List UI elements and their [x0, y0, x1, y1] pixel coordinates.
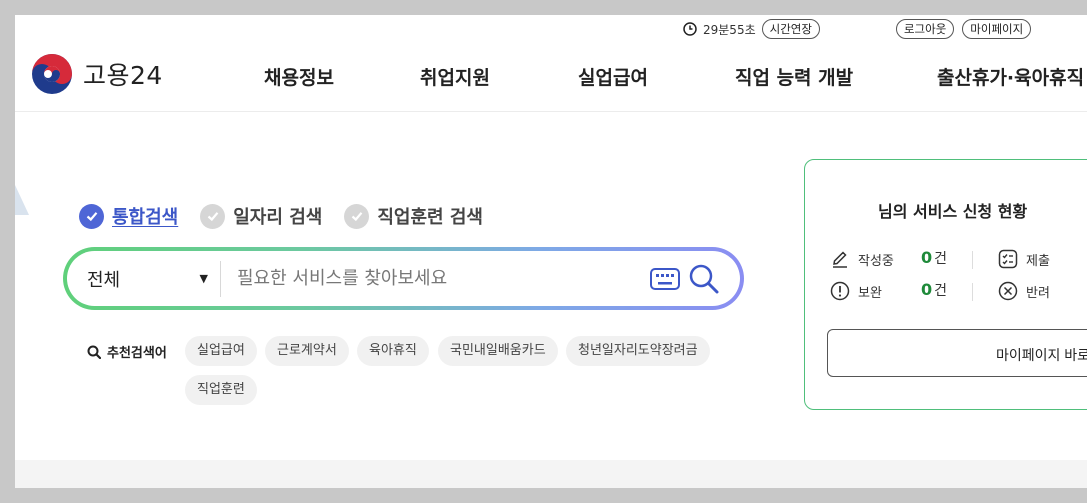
keyboard-icon[interactable]: [650, 267, 680, 290]
caret-down-icon: ▼: [199, 272, 208, 285]
status-count: 0건: [921, 280, 947, 300]
magnifier-icon: [87, 345, 101, 359]
button-label: 마이페이지 바로: [996, 347, 1087, 363]
card-title: 님의 서비스 신청 현황: [878, 202, 1028, 221]
search-icon[interactable]: [688, 263, 720, 295]
nav-job-info[interactable]: 채용정보: [264, 63, 334, 90]
search-bar-inner: 전체 ▼: [67, 251, 740, 306]
session-timer: 29분55초: [703, 22, 756, 37]
keyword-chip[interactable]: 육아휴직: [357, 336, 429, 366]
x-circle-icon: [998, 281, 1018, 301]
logout-button[interactable]: 로그아웃: [895, 19, 955, 39]
count-unit: 건: [934, 251, 948, 267]
logo-text: 고용24: [83, 61, 163, 90]
mypage-top-button[interactable]: 마이페이지: [962, 19, 1032, 39]
status-rejected[interactable]: 반려: [998, 281, 1050, 301]
count-value: 0: [921, 280, 933, 299]
nav-parental-leave[interactable]: 출산휴가·육아휴직: [937, 63, 1084, 90]
tab-label: 통합검색: [112, 207, 179, 228]
nav-employment-support[interactable]: 취업지원: [420, 63, 490, 90]
status-submitted[interactable]: 제출: [998, 249, 1050, 269]
divider: [972, 251, 973, 269]
extend-session-button[interactable]: 시간연장: [761, 19, 820, 39]
search-scope-value: 전체: [87, 269, 121, 291]
search-tabs: 통합검색 일자리 검색 직업훈련 검색: [79, 203, 505, 229]
recommended-keywords-label: 추천검색어: [87, 342, 167, 361]
keyword-chip[interactable]: 국민내일배움카드: [438, 336, 558, 366]
mypage-shortcut-button[interactable]: 마이페이지 바로: [827, 329, 1087, 377]
count-value: 0: [921, 248, 933, 267]
exclamation-circle-icon: [830, 281, 850, 301]
status-label: 보완: [858, 285, 882, 301]
keyword-chip[interactable]: 근로계약서: [265, 336, 349, 366]
checklist-icon: [998, 249, 1018, 269]
clock-icon: [683, 22, 697, 36]
tab-training-search[interactable]: 직업훈련 검색: [344, 203, 483, 229]
tab-job-search[interactable]: 일자리 검색: [200, 203, 322, 229]
site-logo[interactable]: 고용24: [31, 53, 163, 95]
check-circle-icon: [200, 203, 226, 229]
check-circle-icon: [79, 203, 104, 229]
tab-integrated-search[interactable]: 통합검색: [79, 203, 178, 229]
search-scope-select[interactable]: 전체 ▼: [67, 260, 221, 297]
tab-label: 직업훈련 검색: [377, 207, 483, 228]
status-label: 작성중: [858, 253, 894, 269]
pencil-icon: [833, 251, 847, 268]
status-count: 0건: [921, 248, 947, 268]
search-bar: 전체 ▼: [63, 247, 744, 310]
recommended-keywords-text: 추천검색어: [107, 346, 167, 361]
status-label: 반려: [1026, 285, 1050, 301]
check-circle-icon: [344, 203, 370, 229]
keyword-chip[interactable]: 실업급여: [185, 336, 257, 366]
taegeuk-logo-icon: [32, 54, 72, 94]
service-status-card: 님의 서비스 신청 현황 작성중 0건 제출 보완 0 건 반려 마이페이지 바…: [804, 159, 1087, 410]
tab-label: 일자리 검색: [233, 207, 323, 228]
status-in-progress[interactable]: 작성중: [830, 249, 894, 269]
keyword-chip[interactable]: 직업훈련: [185, 375, 257, 405]
decorative-shape: [15, 185, 29, 215]
status-supplement[interactable]: 보완: [830, 281, 882, 301]
count-unit: 건: [934, 283, 948, 299]
divider: [972, 283, 973, 301]
utility-bar: 29분55초 시간연장 로그아웃 마이페이지: [683, 19, 1032, 39]
keyword-chip[interactable]: 청년일자리도약장려금: [566, 336, 710, 366]
nav-unemployment-benefit[interactable]: 실업급여: [578, 63, 648, 90]
page-frame: 29분55초 시간연장 로그아웃 마이페이지 고용24 채용정보 취업지원 실업…: [15, 15, 1087, 488]
nav-skills-development[interactable]: 직업 능력 개발: [735, 63, 853, 90]
site-header: 고용24 채용정보 취업지원 실업급여 직업 능력 개발 출산휴가·육아휴직: [15, 45, 1087, 112]
status-label: 제출: [1026, 253, 1050, 269]
search-input[interactable]: [221, 260, 650, 297]
lower-section-bg: [15, 460, 1087, 488]
